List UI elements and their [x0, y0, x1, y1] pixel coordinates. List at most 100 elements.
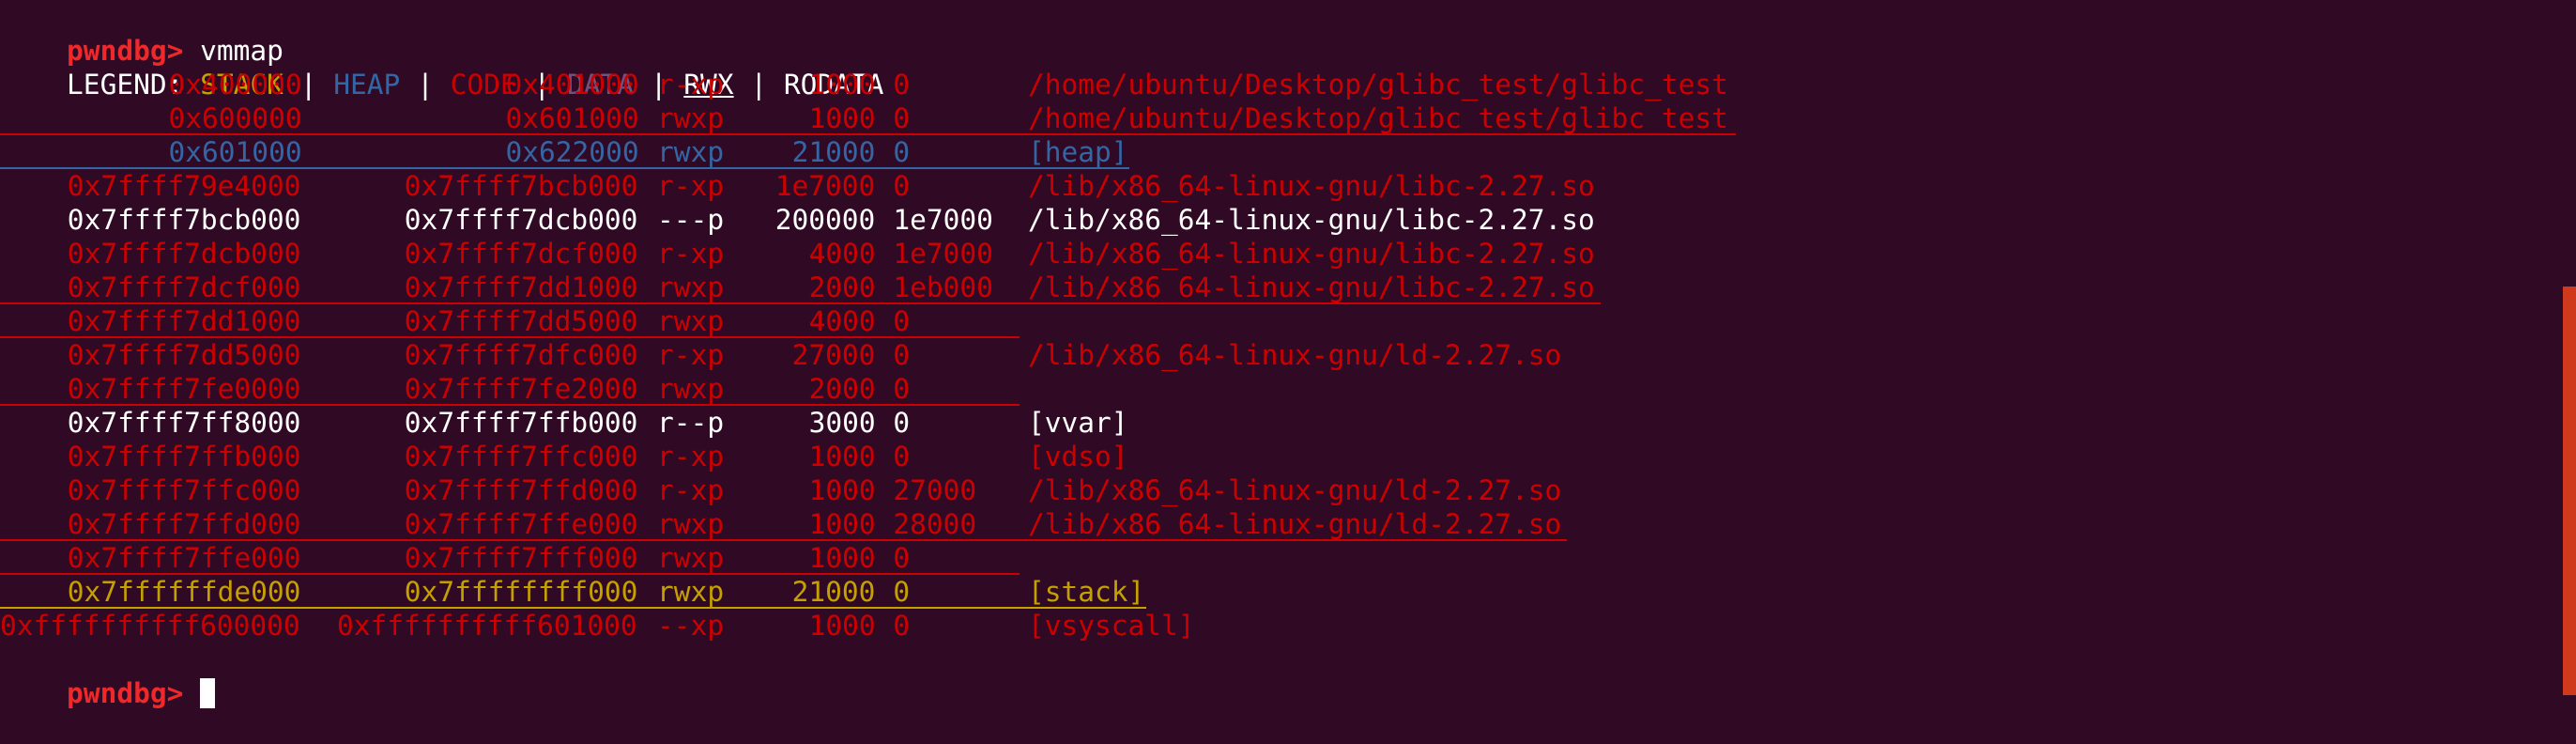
mapped-file: /lib/x86_64-linux-gnu/ld-2.27.so [1027, 474, 1562, 506]
start-address: 0xffffffffff600000 [0, 610, 300, 642]
vmmap-row: 0x7ffff7dd5000 0x7ffff7dfc000 r-xp 27000 0/l… [0, 338, 2576, 372]
command-line: pwndbg> vmmap [0, 0, 284, 67]
region-size: 1000 [808, 610, 876, 642]
region-size: 1000 [808, 102, 876, 134]
region-size: 200000 [774, 204, 876, 236]
region-size: 4000 [808, 305, 876, 337]
vmmap-row: 0x601000 0x622000 rwxp 21000 0 [heap] [0, 135, 2576, 169]
mapped-file: [vdso] [1027, 441, 1128, 473]
region-offset: 0 [893, 136, 911, 168]
scrollbar[interactable] [2563, 287, 2576, 695]
permissions: rwxp [657, 542, 725, 574]
prompt: pwndbg> [67, 677, 184, 709]
region-offset: 0 [893, 542, 911, 574]
mapped-file: /lib/x86_64-linux-gnu/libc-2.27.so [1027, 170, 1595, 202]
vmmap-row: 0x7ffff7dcb000 0x7ffff7dcf000 r-xp 4000 1e70… [0, 237, 2576, 271]
region-offset: 0 [893, 102, 911, 134]
end-address: 0x401000 [505, 69, 639, 101]
region-offset: 0 [893, 441, 911, 473]
permissions: rwxp [657, 508, 725, 540]
region-size: 1000 [808, 542, 876, 574]
region-offset: 27000 [893, 474, 977, 506]
region-size: 1e7000 [774, 170, 876, 202]
region-size: 3000 [808, 407, 876, 439]
permissions: r-xp [657, 441, 725, 473]
region-offset: 0 [893, 339, 911, 371]
region-offset: 0 [893, 170, 911, 202]
end-address: 0x601000 [505, 102, 639, 134]
mapped-file: [vsyscall] [1027, 610, 1195, 642]
mapped-file: /lib/x86_64-linux-gnu/ld-2.27.so [1027, 339, 1562, 371]
region-size: 2000 [808, 271, 876, 303]
end-address: 0xffffffffff601000 [337, 610, 637, 642]
region-offset: 28000 [893, 508, 977, 540]
end-address: 0x7ffff7dd1000 [404, 271, 638, 303]
start-address: 0x7ffff7ff8000 [67, 407, 301, 439]
region-offset: 0 [893, 407, 911, 439]
region-size: 1000 [808, 69, 876, 101]
permissions: ---p [657, 204, 725, 236]
end-address: 0x7ffffffff000 [404, 576, 638, 608]
start-address: 0x7ffff79e4000 [67, 170, 301, 202]
start-address: 0x7ffff7bcb000 [67, 204, 301, 236]
start-address: 0x7ffff7dd1000 [67, 305, 301, 337]
end-address: 0x7ffff7ffb000 [404, 407, 638, 439]
region-offset: 0 [893, 610, 911, 642]
end-address: 0x7ffff7dcb000 [404, 204, 638, 236]
vmmap-row: 0xffffffffff600000 0xffffffffff601000 --xp… [0, 609, 2576, 643]
end-address: 0x7ffff7dfc000 [404, 339, 638, 371]
vmmap-row: 0x7ffff7fe0000 0x7ffff7fe2000 rwxp 2000 0 [0, 372, 2576, 406]
permissions: rwxp [657, 576, 725, 608]
region-offset: 1e7000 [893, 204, 993, 236]
vmmap-row: 0x7ffff7ffe000 0x7ffff7fff000 rwxp 1000 0 [0, 541, 2576, 575]
end-address: 0x7ffff7fe2000 [404, 373, 638, 405]
start-address: 0x7ffff7ffd000 [67, 508, 301, 540]
permissions: r-xp [657, 339, 725, 371]
mapped-file: /lib/x86_64-linux-gnu/libc-2.27.so [1027, 204, 1595, 236]
permissions: rwxp [657, 373, 725, 405]
start-address: 0x7ffff7ffb000 [67, 441, 301, 473]
mapped-file: /home/ubuntu/Desktop/glibc_test/glibc_te… [1027, 102, 1728, 134]
end-address: 0x7ffff7ffc000 [404, 441, 638, 473]
vmmap-row: 0x7ffff7dd1000 0x7ffff7dd5000 rwxp 4000 0 [0, 304, 2576, 338]
end-address: 0x7ffff7ffe000 [404, 508, 638, 540]
region-offset: 0 [893, 305, 911, 337]
start-address: 0x7ffff7fe0000 [67, 373, 301, 405]
permissions: rwxp [657, 102, 725, 134]
mapped-file: [stack] [1027, 576, 1145, 608]
end-address: 0x7ffff7bcb000 [404, 170, 638, 202]
start-address: 0x601000 [168, 136, 302, 168]
vmmap-row: 0x7ffff7ff8000 0x7ffff7ffb000 r--p 3000 0 [vv… [0, 406, 2576, 440]
input-line[interactable]: pwndbg> [0, 643, 216, 709]
permissions: rwxp [657, 136, 725, 168]
permissions: rwxp [657, 305, 725, 337]
region-size: 4000 [808, 238, 876, 270]
end-address: 0x7ffff7dd5000 [404, 305, 638, 337]
legend-line: LEGEND: STACK | HEAP | CODE | DATA | RWX… [0, 34, 883, 101]
terminal-window[interactable]: pwndbg> vmmap LEGEND: STACK | HEAP | COD… [0, 0, 2576, 709]
permissions: r-xp [657, 170, 725, 202]
region-offset: 0 [893, 576, 911, 608]
permissions: r-xp [657, 69, 725, 101]
vmmap-row: 0x7ffff7ffd000 0x7ffff7ffe000 rwxp 1000 2800… [0, 507, 2576, 541]
end-address: 0x7ffff7ffd000 [404, 474, 638, 506]
vmmap-row: 0x600000 0x601000 rwxp 1000 0/home/ubuntu/De… [0, 101, 2576, 135]
region-size: 21000 [791, 136, 876, 168]
end-address: 0x7ffff7dcf000 [404, 238, 638, 270]
region-size: 2000 [808, 373, 876, 405]
region-offset: 1e7000 [893, 238, 993, 270]
start-address: 0x7ffffffde000 [67, 576, 301, 608]
vmmap-row: 0x7ffff79e4000 0x7ffff7bcb000 r-xp 1e7000 0 /… [0, 169, 2576, 203]
permissions: --xp [657, 610, 725, 642]
end-address: 0x622000 [505, 136, 639, 168]
start-address: 0x7ffff7dcb000 [67, 238, 301, 270]
permissions: r-xp [657, 238, 725, 270]
vmmap-row: 0x400000 0x401000 r-xp 1000 0/home/ubuntu/De… [0, 68, 2576, 101]
start-address: 0x7ffff7dcf000 [67, 271, 301, 303]
region-size: 1000 [808, 441, 876, 473]
vmmap-row: 0x7ffffffde000 0x7ffffffff000 rwxp 21000 0 [s… [0, 575, 2576, 609]
cursor [200, 678, 216, 708]
mapped-file: [heap] [1027, 136, 1128, 168]
permissions: r--p [657, 407, 725, 439]
vmmap-row: 0x7ffff7ffb000 0x7ffff7ffc000 r-xp 1000 0 [vd… [0, 440, 2576, 473]
